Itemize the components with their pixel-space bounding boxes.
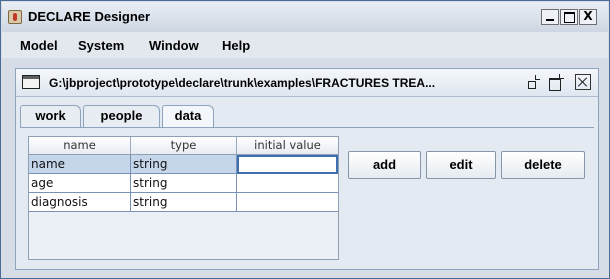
menu-help[interactable]: Help (222, 38, 250, 53)
app-title: DECLARE Designer (28, 9, 151, 24)
menu-system[interactable]: System (78, 38, 124, 53)
internal-frame: G:\jbproject\prototype\declare\trunk\exa… (15, 68, 599, 270)
column-header-type[interactable]: type (131, 137, 237, 154)
menu-bar: Model System Window Help (2, 32, 608, 58)
data-panel: name type initial value name string age … (20, 128, 594, 266)
iconify-icon[interactable] (526, 74, 542, 90)
internal-frame-title: G:\jbproject\prototype\declare\trunk\exa… (49, 76, 436, 90)
tab-work[interactable]: work (20, 105, 81, 127)
edit-button[interactable]: edit (426, 151, 496, 179)
cell-type[interactable]: string (131, 155, 237, 174)
cell-name[interactable]: diagnosis (29, 193, 131, 212)
maximize-button[interactable] (560, 9, 578, 25)
cell-type[interactable]: string (131, 193, 237, 212)
table-row[interactable]: diagnosis string (29, 193, 338, 212)
close-button[interactable]: X (579, 9, 597, 25)
cell-initial-value[interactable] (237, 193, 338, 212)
column-header-initial-value[interactable]: initial value (237, 137, 338, 154)
cell-initial-value[interactable] (237, 174, 338, 193)
table-row[interactable]: age string (29, 174, 338, 193)
table-row[interactable]: name string (29, 155, 338, 174)
tab-people[interactable]: people (83, 105, 160, 127)
table-header: name type initial value (29, 137, 338, 155)
document-window-icon (22, 75, 40, 89)
minimize-button[interactable] (541, 9, 559, 25)
close-icon[interactable] (575, 74, 591, 90)
internal-frame-title-bar[interactable]: G:\jbproject\prototype\declare\trunk\exa… (16, 69, 598, 97)
delete-button[interactable]: delete (501, 151, 585, 179)
cell-name[interactable]: name (29, 155, 131, 174)
cell-name[interactable]: age (29, 174, 131, 193)
app-window: DECLARE Designer X Model System Window H… (0, 0, 610, 279)
add-button[interactable]: add (348, 151, 421, 179)
cell-type[interactable]: string (131, 174, 237, 193)
tab-data[interactable]: data (162, 105, 214, 128)
data-table: name type initial value name string age … (28, 136, 339, 260)
title-bar[interactable]: DECLARE Designer X (2, 2, 608, 32)
menu-window[interactable]: Window (149, 38, 199, 53)
maximize-icon[interactable] (548, 74, 564, 91)
column-header-name[interactable]: name (29, 137, 131, 154)
cell-initial-value-editor[interactable] (237, 155, 338, 174)
java-app-icon (8, 10, 22, 24)
menu-model[interactable]: Model (20, 38, 58, 53)
